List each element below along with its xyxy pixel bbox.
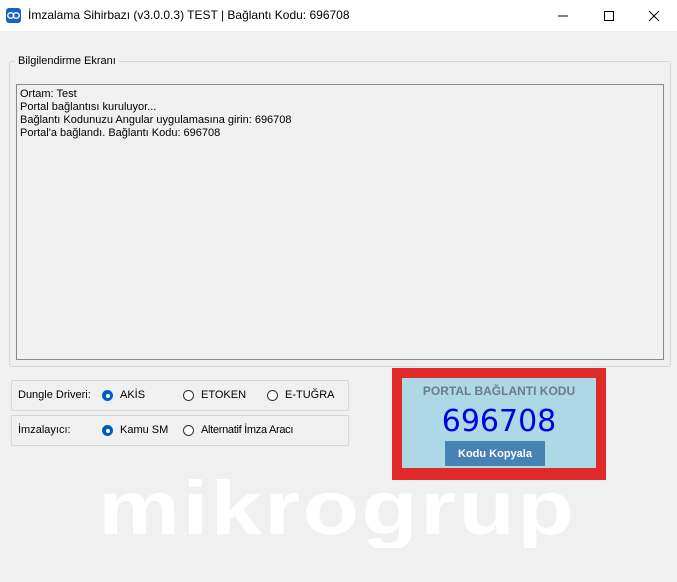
dongle-driver-panel: Dungle Driveri: AKİS ETOKEN E-TUĞRA: [11, 380, 349, 411]
signer-label: İmzalayıcı:: [18, 424, 71, 436]
radio-akis[interactable]: [102, 390, 113, 401]
signer-panel: İmzalayıcı: Kamu SM Alternatif İmza Arac…: [11, 415, 349, 446]
maximize-button[interactable]: [586, 0, 632, 31]
window-title: İmzalama Sihirbazı (v3.0.0.3) TEST | Bağ…: [28, 8, 350, 22]
minimize-icon: [558, 15, 568, 16]
title-bar: İmzalama Sihirbazı (v3.0.0.3) TEST | Bağ…: [0, 0, 677, 31]
portal-code-title: PORTAL BAĞLANTI KODU: [422, 384, 576, 398]
radio-etoken[interactable]: [183, 390, 194, 401]
radio-alternatif[interactable]: [183, 425, 194, 436]
log-line: Portal'a bağlandı. Bağlantı Kodu: 696708: [20, 127, 221, 139]
dongle-driver-label: Dungle Driveri:: [18, 389, 91, 401]
radio-akis-label[interactable]: AKİS: [120, 389, 145, 401]
log-textbox[interactable]: Ortam: Test Portal bağlantısı kuruluyor.…: [16, 84, 664, 360]
log-line: Portal bağlantısı kuruluyor...: [20, 101, 157, 113]
portal-code-value: 696708: [441, 404, 557, 439]
radio-kamu-sm[interactable]: [102, 425, 113, 436]
radio-alternatif-label[interactable]: Alternatif İmza Aracı: [201, 424, 293, 436]
mikrogrup-logo: mikrogrup: [98, 478, 576, 548]
log-line: Ortam: Test: [20, 88, 77, 100]
radio-etugra[interactable]: [267, 390, 278, 401]
radio-etoken-label[interactable]: ETOKEN: [201, 389, 246, 401]
copy-code-button[interactable]: Kodu Kopyala: [445, 441, 545, 466]
log-line: Bağlantı Kodunuzu Angular uygulamasına g…: [20, 114, 292, 126]
minimize-button[interactable]: [540, 0, 586, 31]
maximize-icon: [604, 10, 614, 21]
radio-etugra-label[interactable]: E-TUĞRA: [285, 389, 335, 401]
close-icon: [648, 10, 660, 21]
link-icon: [6, 8, 21, 23]
close-button[interactable]: [631, 0, 677, 31]
svg-text:mikrogrup: mikrogrup: [98, 478, 576, 548]
radio-kamu-sm-label[interactable]: Kamu SM: [120, 424, 168, 436]
info-group-legend: Bilgilendirme Ekranı: [15, 55, 119, 67]
